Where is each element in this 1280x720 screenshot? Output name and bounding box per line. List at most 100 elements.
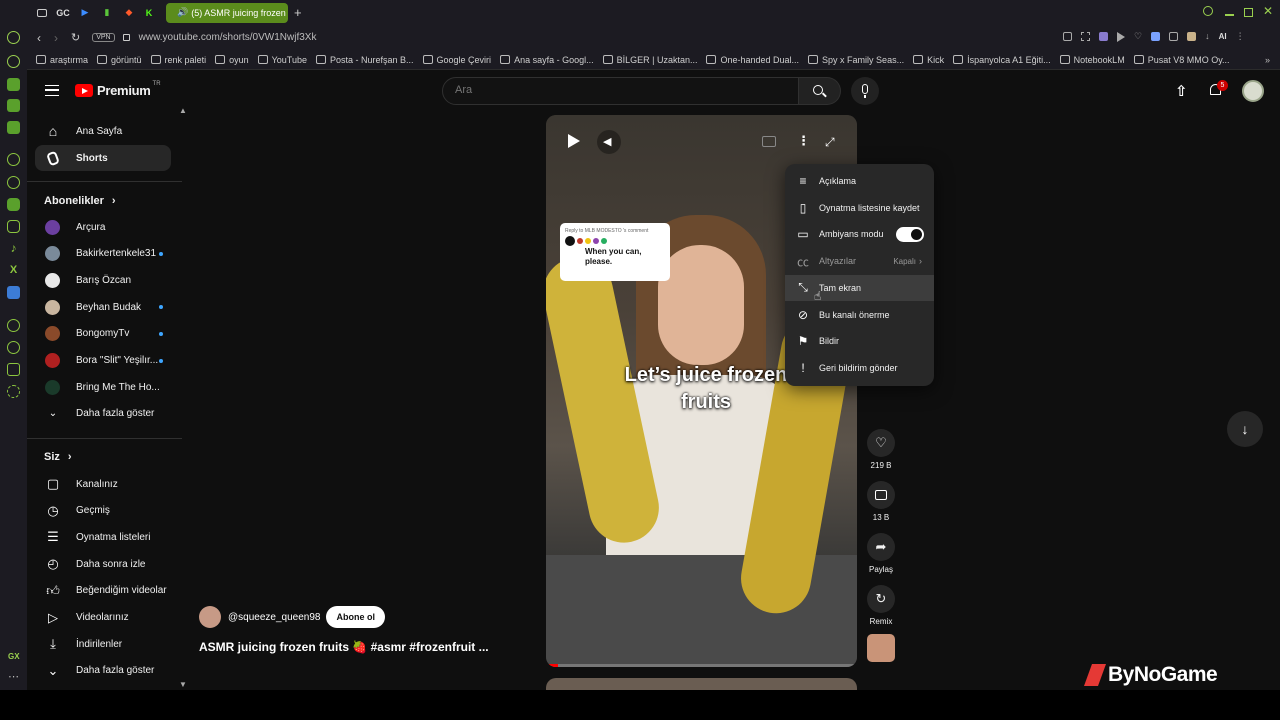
like-button[interactable]: ♡ 219 B xyxy=(867,429,895,470)
menu-item[interactable]: ▭ Ambiyans modu xyxy=(785,221,934,247)
more-rail-icon[interactable]: ⋯ xyxy=(8,670,19,683)
subscriptions-show-more[interactable]: ⌄ Daha fazla göster xyxy=(35,400,171,426)
sidebar-item-you[interactable]: ◴ Daha sonra izle xyxy=(35,551,171,577)
speaker-tab-icon[interactable]: 🔊 xyxy=(177,7,188,18)
new-tab-button[interactable]: + xyxy=(294,5,302,20)
sidebar-item-home[interactable]: ⌂ Ana Sayfa xyxy=(35,118,171,144)
heart-icon[interactable]: ♡ xyxy=(1134,32,1142,42)
tab-mini-kick[interactable]: K xyxy=(142,4,156,22)
discord-icon[interactable] xyxy=(7,198,20,211)
sidebar-item-you[interactable]: ▷ Videolarınız xyxy=(35,605,171,631)
lock-icon[interactable] xyxy=(122,34,130,41)
bookmark-item[interactable]: Pusat V8 MMO Oy... xyxy=(1133,55,1230,65)
browser-menu-icon[interactable]: ⋮ xyxy=(1236,32,1245,42)
music-rail-icon[interactable] xyxy=(7,121,20,134)
share-button[interactable]: ➦ Paylaş xyxy=(867,533,895,574)
subscription-item[interactable]: Bora "Slit" Yeşilır... xyxy=(35,348,171,374)
minimize-button[interactable] xyxy=(1225,14,1234,16)
sidebar-scroll-down[interactable]: ▼ xyxy=(179,680,187,689)
upload-icon[interactable]: ⇧ xyxy=(1175,82,1188,100)
extension-icon[interactable] xyxy=(1151,32,1161,41)
wallet-rail-icon[interactable] xyxy=(7,99,20,112)
menu-item[interactable]: ㏄ Altyazılar Kapalı › xyxy=(785,248,934,274)
app-rail-icon[interactable] xyxy=(7,286,20,299)
ambient-mode-toggle[interactable] xyxy=(896,226,924,242)
bookmark-item[interactable]: Spy x Family Seas... xyxy=(808,55,904,65)
x-icon[interactable]: X xyxy=(7,264,20,277)
instagram-icon[interactable] xyxy=(7,220,20,233)
snapshot-icon[interactable] xyxy=(1081,32,1090,41)
subscription-item[interactable]: Bakirkertenkele31 xyxy=(35,241,171,267)
notifications-button[interactable]: 5 xyxy=(1208,80,1228,100)
menu-item[interactable]: ▯ Oynatma listesine kaydet xyxy=(785,195,934,221)
cube-rail-icon[interactable] xyxy=(7,363,20,376)
back-icon[interactable]: ‹ xyxy=(37,31,41,45)
bookmark-item[interactable]: Kick xyxy=(913,55,944,65)
bookmark-item[interactable]: Ana sayfa - Googl... xyxy=(500,55,594,65)
channel-avatar[interactable] xyxy=(199,606,221,628)
forward-icon[interactable]: › xyxy=(54,31,58,45)
chatgpt-icon[interactable] xyxy=(7,153,20,166)
sidebar-item-you[interactable]: ◷ Geçmiş xyxy=(35,498,171,524)
bookmark-item[interactable]: görüntü xyxy=(97,55,142,65)
menu-item[interactable]: ⚑ Bildir xyxy=(785,328,934,354)
voice-search-button[interactable] xyxy=(851,77,879,105)
sidebar-item-you[interactable]: ⌄ Daha fazla göster xyxy=(35,658,171,684)
you-title[interactable]: Siz › xyxy=(44,451,72,463)
bookmark-item[interactable]: NotebookLM xyxy=(1059,55,1125,65)
tab-mini-mail[interactable] xyxy=(34,4,50,22)
menu-item[interactable]: ⤡ Tam ekran xyxy=(785,274,934,301)
settings-rail-icon[interactable] xyxy=(7,385,20,398)
play-button[interactable] xyxy=(562,130,584,152)
whatsapp-icon[interactable] xyxy=(7,176,20,189)
player-rail-icon[interactable] xyxy=(7,319,20,332)
search-button[interactable] xyxy=(799,77,841,105)
ai-icon[interactable]: AI xyxy=(1219,32,1227,42)
tiktok-icon[interactable]: ♪ xyxy=(7,242,20,255)
search-tabs-icon[interactable] xyxy=(1203,6,1213,16)
youtube-logo[interactable]: Premium TR xyxy=(75,81,161,98)
reload-rail-icon[interactable] xyxy=(7,31,20,44)
menu-item[interactable]: ≡ Açıklama xyxy=(785,168,934,194)
history-rail-icon[interactable] xyxy=(7,55,20,68)
extension-rail-icon[interactable] xyxy=(7,78,20,91)
active-tab[interactable]: 🔊 (5) ASMR juicing frozen xyxy=(166,2,288,23)
tab-mini-bars[interactable]: ▮ xyxy=(98,4,116,22)
shield-icon[interactable] xyxy=(1099,32,1108,41)
bookmark-item[interactable]: One-handed Dual... xyxy=(706,55,799,65)
reload-icon[interactable]: ↻ xyxy=(71,31,80,44)
close-window-button[interactable]: ✕ xyxy=(1263,4,1273,18)
bookmark-item[interactable]: araştırma xyxy=(36,55,88,65)
bookmark-item[interactable]: oyun xyxy=(215,55,249,65)
tab-mini-gc[interactable]: GC xyxy=(54,4,72,22)
menu-item[interactable]: ⊘ Bu kanalı önerme xyxy=(785,302,934,328)
url-text[interactable]: www.youtube.com/shorts/0VW1Nwjf3Xk xyxy=(139,32,317,43)
next-short-button[interactable]: ↓ xyxy=(1227,411,1263,447)
bookmark-item[interactable]: İspanyolca A1 Eğiti... xyxy=(953,55,1051,65)
bookmark-item[interactable]: Google Çeviri xyxy=(422,55,491,65)
hamburger-icon[interactable] xyxy=(45,85,59,96)
comments-button[interactable]: 13 B xyxy=(867,481,895,522)
image-ext-icon[interactable] xyxy=(1187,32,1197,41)
pin-icon[interactable] xyxy=(1063,32,1072,41)
video-progress-bar[interactable] xyxy=(546,664,857,667)
subscription-item[interactable]: Bring Me The Ho... xyxy=(35,374,171,400)
bookmarks-overflow-icon[interactable]: » xyxy=(1265,55,1270,65)
tab-mini-play[interactable]: ▶ xyxy=(76,4,94,22)
fullscreen-button[interactable]: ⤢ xyxy=(825,135,835,150)
bookmark-item[interactable]: Posta - Nurefşan B... xyxy=(315,55,414,65)
bookmark-item[interactable]: BİLGER | Uzaktan... xyxy=(602,55,697,65)
more-options-button[interactable]: ⋮ xyxy=(797,133,810,149)
short-title[interactable]: ASMR juicing frozen fruits 🍓 #asmr #froz… xyxy=(199,640,489,654)
vpn-badge[interactable]: VPN xyxy=(92,33,115,42)
restore-button[interactable] xyxy=(1244,8,1253,17)
subscriptions-title[interactable]: Abonelikler › xyxy=(44,195,116,207)
subscription-item[interactable]: Arçura xyxy=(35,214,171,240)
remix-button[interactable]: ↻ Remix xyxy=(867,585,895,626)
sidebar-item-you[interactable]: ⤓ İndirilenler xyxy=(35,631,171,657)
sidebar-item-you[interactable]: 👍︎ Beğendiğim videolar xyxy=(35,578,171,604)
search-input[interactable] xyxy=(455,84,775,96)
bookmark-item[interactable]: renk paleti xyxy=(150,55,206,65)
play-icon[interactable] xyxy=(1117,32,1125,42)
sound-thumbnail[interactable] xyxy=(867,634,895,662)
